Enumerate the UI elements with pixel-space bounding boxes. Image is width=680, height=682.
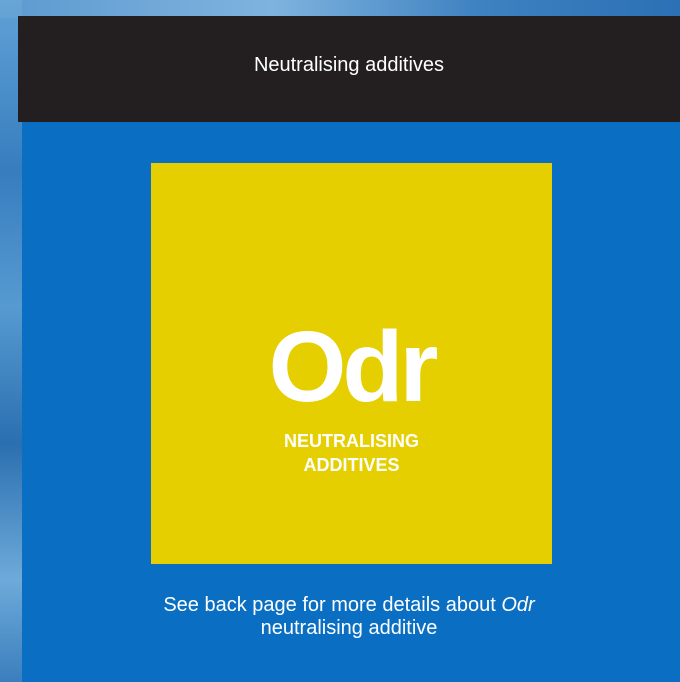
footer-line-1-prefix: See back page for more details about xyxy=(163,594,502,616)
page-title: Neutralising additives xyxy=(253,53,445,76)
footer-line-1-emphasis: Odr xyxy=(501,594,535,616)
tile-symbol: Odr xyxy=(268,311,439,423)
footer-line-1: See back page for more details about Odr xyxy=(18,594,680,617)
tile-label-line-1: NEUTRALISING xyxy=(284,431,419,451)
tile-label-line-2: ADDITIVES xyxy=(303,455,400,475)
header-band: Neutralising additives xyxy=(18,16,680,122)
tile-label: NEUTRALISING ADDITIVES xyxy=(151,429,552,477)
element-tile: Odr NEUTRALISING ADDITIVES xyxy=(151,163,552,564)
footer-line-2: neutralising additive xyxy=(260,617,438,639)
footer-note: See back page for more details about Odr… xyxy=(18,594,680,640)
